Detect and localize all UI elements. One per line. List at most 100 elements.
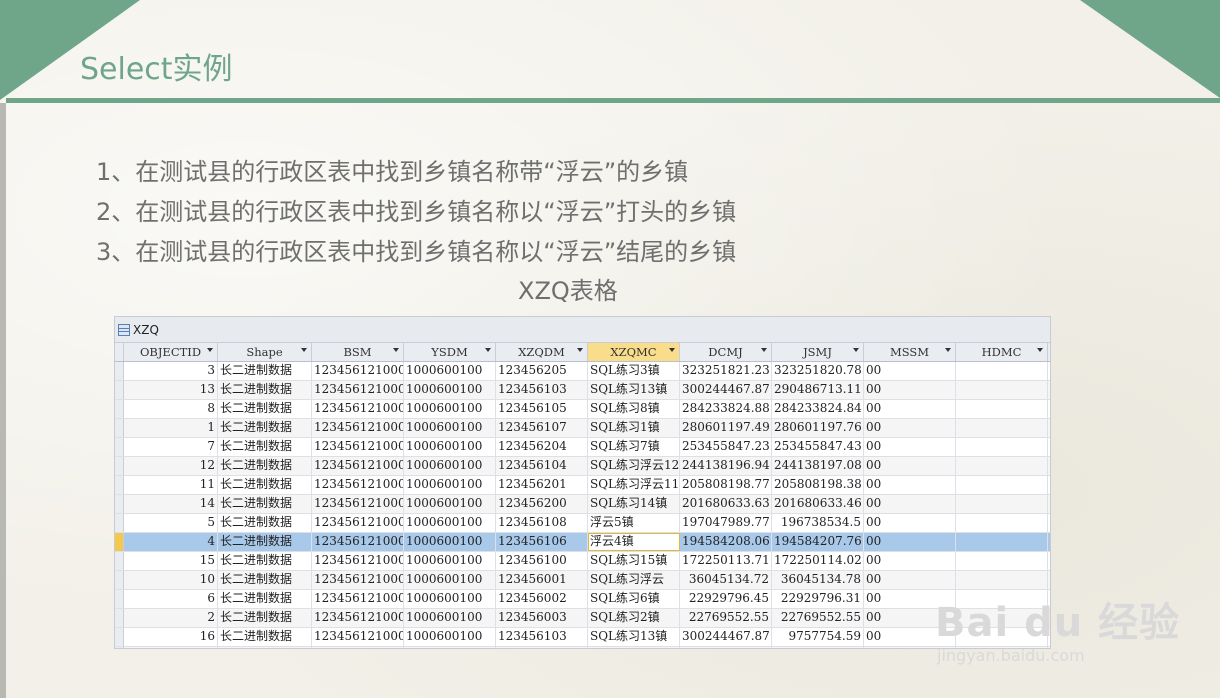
cell-shape[interactable]: 长二进制数据 — [218, 647, 312, 648]
cell-shape[interactable]: 长二进制数据 — [218, 571, 312, 589]
row-selector[interactable] — [115, 628, 124, 646]
cell-bsm[interactable]: 1234561210000 — [312, 590, 404, 608]
row-selector[interactable] — [115, 609, 124, 627]
cell-mssm[interactable]: 00 — [864, 495, 956, 513]
column-header-mssm[interactable]: MSSM — [864, 343, 956, 361]
dropdown-arrow-icon[interactable] — [207, 348, 213, 352]
dropdown-arrow-icon[interactable] — [761, 348, 767, 352]
column-header-xzqdm[interactable]: XZQDM — [496, 343, 588, 361]
dropdown-arrow-icon[interactable] — [577, 348, 583, 352]
cell-bsm[interactable]: 1234561210000 — [312, 419, 404, 437]
table-row[interactable]: 14 长二进制数据 1234561210000 1000600100 123456200… — [115, 495, 1050, 514]
cell-xzqdm[interactable]: 123456103 — [496, 381, 588, 399]
cell-shape[interactable]: 长二进制数据 — [218, 514, 312, 532]
cell-xzqmc[interactable]: SQL练习8镇 — [588, 400, 680, 418]
cell-hdmc[interactable] — [956, 514, 1048, 532]
row-selector[interactable] — [115, 457, 124, 475]
cell-jsmj[interactable]: 323251820.78 — [772, 362, 864, 380]
cell-mssm[interactable]: 00 — [864, 476, 956, 494]
table-row[interactable]: 7 长二进制数据 1234561210000 1000600100 123456204 S… — [115, 438, 1050, 457]
cell-shape[interactable]: 长二进制数据 — [218, 400, 312, 418]
cell-xzqdm[interactable]: 123456201 — [496, 476, 588, 494]
cell-xzqmc[interactable]: SQL练习2镇 — [588, 609, 680, 627]
cell-shape[interactable]: 长二进制数据 — [218, 609, 312, 627]
column-header-ysdm[interactable]: YSDM — [404, 343, 496, 361]
table-row[interactable]: 6 长二进制数据 1234561210000 1000600100 123456002 S… — [115, 590, 1050, 609]
cell-objectid[interactable]: 10 — [124, 571, 218, 589]
cell-ysdm[interactable]: 1000600100 — [404, 514, 496, 532]
cell-shape[interactable]: 长二进制数据 — [218, 476, 312, 494]
table-row[interactable]: 1 长二进制数据 1234561210000 1000600100 123456107 S… — [115, 419, 1050, 438]
cell-ysdm[interactable]: 1000600100 — [404, 400, 496, 418]
cell-ysdm[interactable]: 1000600100 — [404, 495, 496, 513]
cell-ysdm[interactable]: 1000600100 — [404, 381, 496, 399]
cell-jsmj[interactable]: 9757754.59 — [772, 628, 864, 646]
cell-ysdm[interactable]: 1000600100 — [404, 609, 496, 627]
cell-xzqdm[interactable]: 123456103 — [496, 628, 588, 646]
cell-dcmj[interactable]: 205808198.77 — [680, 476, 772, 494]
cell-mssm[interactable]: 00 — [864, 419, 956, 437]
cell-ysdm[interactable]: 1000600100 — [404, 590, 496, 608]
cell-xzqdm[interactable]: 123456001 — [496, 571, 588, 589]
cell-jsmj[interactable]: 36045134.78 — [772, 571, 864, 589]
cell-jsmj[interactable]: 22929796.31 — [772, 590, 864, 608]
cell-jsmj[interactable]: 194584207.76 — [772, 533, 864, 551]
cell-objectid[interactable]: 5 — [124, 514, 218, 532]
cell-dcmj[interactable]: 284233824.88 — [680, 400, 772, 418]
cell-objectid[interactable]: 13 — [124, 381, 218, 399]
row-selector[interactable] — [115, 476, 124, 494]
dropdown-arrow-icon[interactable] — [393, 348, 399, 352]
cell-bsm[interactable]: 1234561210000 — [312, 495, 404, 513]
cell-dcmj[interactable]: 197047989.77 — [680, 647, 772, 648]
table-row[interactable]: 15 长二进制数据 1234561210000 1000600100 123456100… — [115, 552, 1050, 571]
cell-xzqdm[interactable]: 123456205 — [496, 362, 588, 380]
cell-bsm[interactable]: 1234561210000 — [312, 514, 404, 532]
cell-dcmj[interactable]: 323251821.23 — [680, 362, 772, 380]
table-row[interactable]: 10 长二进制数据 1234561210000 1000600100 123456001… — [115, 571, 1050, 590]
cell-objectid[interactable]: 16 — [124, 628, 218, 646]
cell-mssm[interactable]: 00 — [864, 457, 956, 475]
cell-objectid[interactable]: 1 — [124, 419, 218, 437]
cell-shape[interactable]: 长二进制数据 — [218, 590, 312, 608]
cell-ysdm[interactable]: 1000600100 — [404, 476, 496, 494]
cell-bsm[interactable]: 1234561210000 — [312, 628, 404, 646]
cell-hdmc[interactable] — [956, 400, 1048, 418]
cell-xzqdm[interactable]: 123456002 — [496, 590, 588, 608]
cell-xzqmc[interactable]: SQL练习浮云11 — [588, 476, 680, 494]
cell-dcmj[interactable]: 244138196.94 — [680, 457, 772, 475]
cell-xzqmc[interactable]: SQL练习13镇 — [588, 381, 680, 399]
cell-jsmj[interactable]: 196738534.5 — [772, 514, 864, 532]
cell-hdmc[interactable] — [956, 476, 1048, 494]
cell-bsm[interactable]: 1234561210000 — [312, 400, 404, 418]
cell-hdmc[interactable] — [956, 419, 1048, 437]
dropdown-arrow-icon[interactable] — [1037, 348, 1043, 352]
table-row[interactable]: 11 长二进制数据 1234561210000 1000600100 123456201… — [115, 476, 1050, 495]
cell-ysdm[interactable]: 1000600100 — [404, 647, 496, 648]
cell-objectid[interactable]: 15 — [124, 552, 218, 570]
cell-dcmj[interactable]: 201680633.63 — [680, 495, 772, 513]
cell-dcmj[interactable]: 194584208.06 — [680, 533, 772, 551]
dropdown-arrow-icon[interactable] — [669, 348, 675, 352]
cell-xzqmc[interactable]: SQL练习3镇 — [588, 362, 680, 380]
cell-dcmj[interactable]: 172250113.71 — [680, 552, 772, 570]
row-selector[interactable] — [115, 590, 124, 608]
cell-hdmc[interactable] — [956, 362, 1048, 380]
row-selector[interactable] — [115, 495, 124, 513]
cell-jsmj[interactable]: 205808198.38 — [772, 476, 864, 494]
cell-hdmc[interactable] — [956, 552, 1048, 570]
column-header-hdmc[interactable]: HDMC — [956, 343, 1048, 361]
row-selector[interactable] — [115, 647, 124, 648]
cell-mssm[interactable]: 00 — [864, 362, 956, 380]
cell-ysdm[interactable]: 1000600100 — [404, 571, 496, 589]
cell-xzqdm[interactable]: 123456108 — [496, 514, 588, 532]
row-selector[interactable] — [115, 381, 124, 399]
cell-hdmc[interactable] — [956, 571, 1048, 589]
cell-xzqmc[interactable]: SQL练习15镇 — [588, 552, 680, 570]
cell-xzqmc[interactable]: 浮云4镇 — [588, 533, 680, 551]
cell-shape[interactable]: 长二进制数据 — [218, 381, 312, 399]
cell-bsm[interactable]: 1234561210000 — [312, 571, 404, 589]
cell-hdmc[interactable] — [956, 495, 1048, 513]
cell-objectid[interactable]: 8 — [124, 400, 218, 418]
cell-mssm[interactable]: 00 — [864, 571, 956, 589]
row-selector[interactable] — [115, 438, 124, 456]
